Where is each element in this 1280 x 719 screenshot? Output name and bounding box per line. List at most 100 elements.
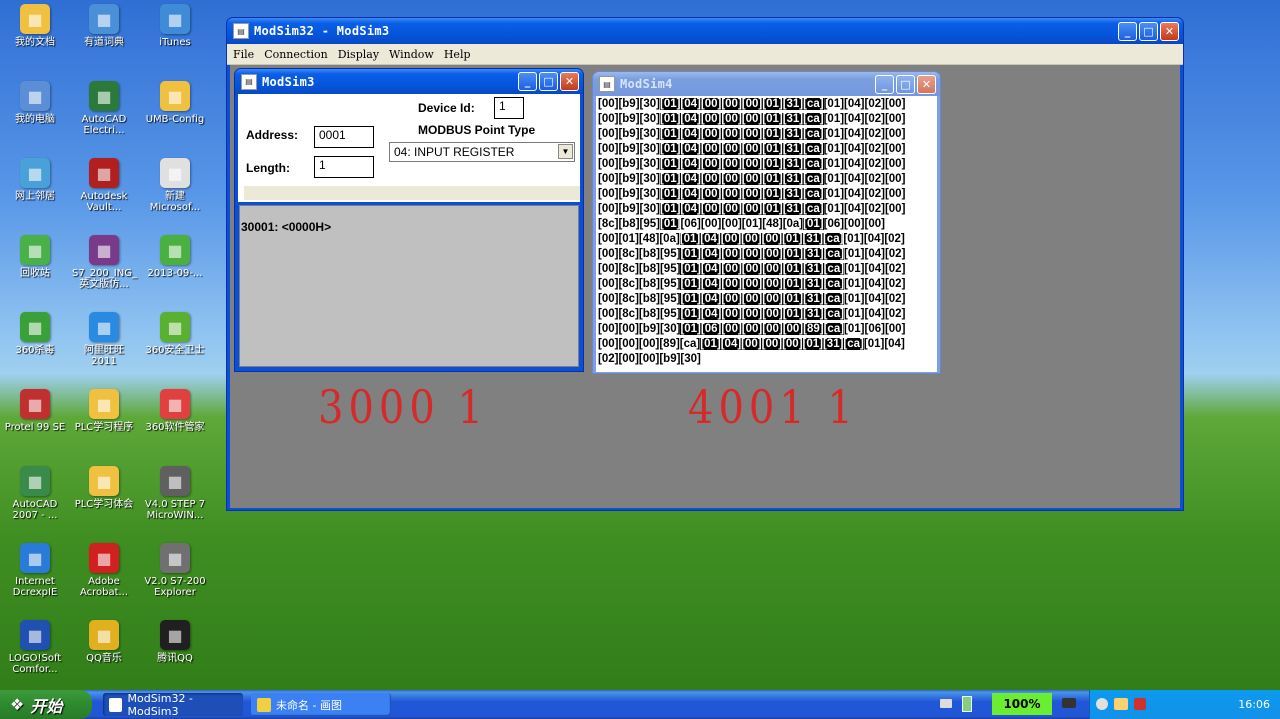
desktop-icon[interactable]: ■ 阿里旺旺 2011 [72, 312, 136, 367]
modsim4-maximize-button[interactable]: □ [896, 74, 915, 94]
request-bytes: [01][04][02] [844, 278, 906, 290]
address-field[interactable]: 0001 [314, 126, 374, 148]
desktop-icon[interactable]: ■ AutoCAD Electri... [72, 81, 136, 136]
desktop-icon[interactable]: ■ 360杀毒 [3, 312, 67, 356]
response-bytes: [01][04][00][00][00][01][31][ca] [680, 263, 845, 275]
desktop-icon[interactable]: ■ Autodesk Vault... [72, 158, 136, 213]
request-bytes: [01][04][02] [844, 248, 906, 260]
modsim4-minimize-button[interactable]: _ [875, 74, 894, 94]
modsim4-close-button[interactable]: ✕ [917, 74, 936, 94]
point-type-select[interactable]: 04: INPUT REGISTER ▼ [389, 142, 575, 162]
autocad-icon: ■ [89, 81, 119, 111]
minimize-button[interactable]: _ [1118, 21, 1137, 41]
desktop-icon[interactable]: ■ 回收站 [3, 235, 67, 279]
request-bytes: [00][b9][30] [598, 113, 660, 125]
volume-icon[interactable] [1114, 698, 1128, 710]
computer-icon: ■ [20, 81, 50, 111]
desktop-icon[interactable]: ■ 我的文档 [3, 4, 67, 48]
taskbar-item-modsim[interactable]: ModSim32 - ModSim3 [103, 692, 243, 718]
desktop-icon[interactable]: ■ V2.0 S7-200 Explorer [143, 543, 207, 598]
desktop-icon-label: Adobe Acrobat... [79, 576, 129, 598]
request-bytes: [06][00][00] [823, 218, 885, 230]
window-title: ModSim32 - ModSim3 [254, 24, 390, 38]
desktop-icon[interactable]: ■ 有道词典 [72, 4, 136, 48]
document-icon: ▤ [241, 73, 257, 90]
desktop-icon-label: 360杀毒 [15, 345, 55, 356]
recycle-bin-icon: ■ [20, 235, 50, 265]
start-button[interactable]: ❖ 开始 [0, 690, 92, 719]
desktop-icon[interactable]: ■ QQ音乐 [72, 620, 136, 664]
modsim3-window: ▤ ModSim3 _ □ ✕ Device Id: 1 Address: 00… [234, 68, 584, 372]
menu-display[interactable]: Display [338, 48, 379, 61]
request-bytes: [01][04][02][00] [823, 113, 906, 125]
taskbar-item-paint[interactable]: 未命名 - 画图 [251, 693, 391, 716]
desktop-icon[interactable]: ■ Internet DcrexpIE [3, 543, 67, 598]
package-icon: ■ [160, 235, 190, 265]
request-bytes: [02][00][00][b9][30] [598, 353, 701, 365]
desktop-icon[interactable]: ■ UMB-Config [143, 81, 207, 125]
request-bytes: [00][b9][30] [598, 203, 660, 215]
modsim3-close-button[interactable]: ✕ [560, 72, 579, 91]
traffic-row: [00][b9][30][01][04][00][00][00][01][31]… [598, 112, 937, 127]
desktop-icon-label: 阿里旺旺 2011 [84, 345, 124, 367]
modsim3-minimize-button[interactable]: _ [518, 72, 537, 91]
desktop-icon-label: QQ音乐 [86, 653, 122, 664]
modsim32-title-bar[interactable]: ▤ ModSim32 - ModSim3 _ □ ✕ [227, 18, 1183, 44]
modsim4-window: ▤ ModSim4 _ □ ✕ [00][b9][30][01][04][00]… [592, 71, 941, 374]
desktop-icon[interactable]: ■ PLC学习体会 [72, 466, 136, 510]
device-id-field[interactable]: 1 [494, 97, 524, 119]
menu-window[interactable]: Window [389, 48, 434, 61]
desktop-icon[interactable]: ■ V4.0 STEP 7 MicroWIN... [143, 466, 207, 521]
system-tray: 100% 16:06 [940, 690, 1280, 719]
length-field[interactable]: 1 [314, 156, 374, 178]
traffic-row: [00][b9][30][01][04][00][00][00][01][31]… [598, 127, 937, 142]
desktop-icon[interactable]: ■ PLC学习程序 [72, 389, 136, 433]
desktop-icon[interactable]: ■ iTunes [143, 4, 207, 48]
menu-connection[interactable]: Connection [264, 48, 328, 61]
menu-file[interactable]: File [233, 48, 254, 61]
desktop-icon[interactable]: ■ 腾讯QQ [143, 620, 207, 664]
power-plug-icon[interactable] [1062, 698, 1076, 708]
keyboard-icon[interactable] [940, 699, 952, 708]
request-bytes: [00][8c][b8][95] [598, 263, 681, 275]
desktop-icon-label: 我的文档 [15, 37, 55, 48]
menu-bar: File Connection Display Window Help [227, 44, 1183, 65]
desktop-icon[interactable]: ■ 360软件管家 [143, 389, 207, 433]
security-tray-icon[interactable] [1134, 698, 1146, 710]
desktop-icon[interactable]: ■ 2013-09-... [143, 235, 207, 279]
modsim4-title-bar[interactable]: ▤ ModSim4 _ □ ✕ [593, 72, 940, 96]
request-bytes: [01][04][02] [844, 293, 906, 305]
modsim3-maximize-button[interactable]: □ [539, 72, 558, 91]
traffic-row: [00][b9][30][01][04][00][00][00][01][31]… [598, 142, 937, 157]
handwritten-note-right: 4001 1 [688, 381, 858, 435]
request-bytes: [00][8c][b8][95] [598, 308, 681, 320]
chevron-down-icon[interactable]: ▼ [558, 144, 573, 159]
battery-icon[interactable] [962, 696, 972, 712]
desktop-icon[interactable]: ■ 我的电脑 [3, 81, 67, 125]
menu-help[interactable]: Help [444, 48, 471, 61]
mdi-client-area: ▤ ModSim3 _ □ ✕ Device Id: 1 Address: 00… [230, 65, 1180, 508]
desktop-icon[interactable]: ■ Protel 99 SE [3, 389, 67, 433]
vault-icon: ■ [89, 158, 119, 188]
desktop-icon[interactable]: ■ 新建 Microsof... [143, 158, 207, 213]
desktop-icon-label: UMB-Config [145, 114, 205, 125]
desktop-icon-label: 回收站 [20, 268, 50, 279]
desktop-icon[interactable]: ■ 360安全卫士 [143, 312, 207, 356]
desktop-icon[interactable]: ■ LOGO!Soft Comfor... [3, 620, 67, 675]
modsim3-title-bar[interactable]: ▤ ModSim3 _ □ ✕ [235, 69, 583, 94]
desktop-icon[interactable]: ■ AutoCAD 2007 - ... [3, 466, 67, 521]
maximize-button[interactable]: □ [1139, 21, 1158, 41]
folder-icon: ■ [20, 4, 50, 34]
network-icon[interactable] [1096, 698, 1108, 710]
close-button[interactable]: ✕ [1160, 21, 1179, 41]
request-bytes: [01][04][02][00] [823, 98, 906, 110]
request-bytes: [01][06][00] [844, 323, 906, 335]
traffic-row: [00][8c][b8][95][01][04][00][00][00][01]… [598, 307, 937, 322]
clock[interactable]: 16:06 [1238, 698, 1270, 711]
desktop-icon[interactable]: ■ Adobe Acrobat... [72, 543, 136, 598]
desktop-icon-label: 2013-09-... [147, 268, 203, 279]
request-bytes: [00][b9][30] [598, 173, 660, 185]
desktop-icon[interactable]: ■ 网上邻居 [3, 158, 67, 202]
desktop-icon[interactable]: ■ S7_200_ING_英文版仿... [72, 235, 137, 290]
qq-icon: ■ [160, 620, 190, 650]
